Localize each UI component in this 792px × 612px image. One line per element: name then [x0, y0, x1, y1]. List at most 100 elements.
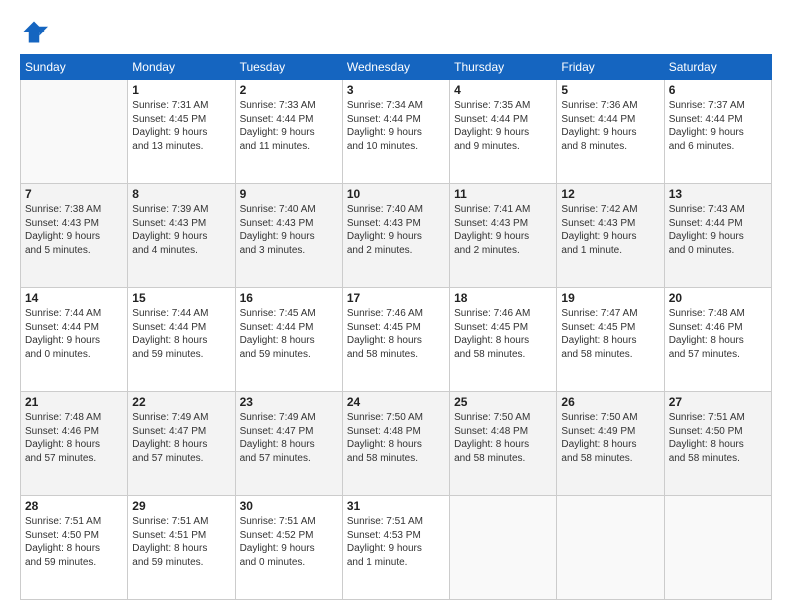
calendar-cell: 17 Sunrise: 7:46 AM Sunset: 4:45 PM Dayli…	[342, 288, 449, 392]
day-number: 1	[132, 83, 230, 97]
calendar-header-thursday: Thursday	[450, 55, 557, 80]
calendar-header-row: SundayMondayTuesdayWednesdayThursdayFrid…	[21, 55, 772, 80]
calendar-cell: 19 Sunrise: 7:47 AM Sunset: 4:45 PM Dayli…	[557, 288, 664, 392]
calendar-week-row: 28Sunrise: 7:51 AM Sunset: 4:50 PM Dayli…	[21, 496, 772, 600]
day-info: Sunrise: 7:48 AM Sunset: 4:46 PM Dayligh…	[669, 307, 767, 361]
day-info: Sunrise: 7:51 AM Sunset: 4:50 PM Dayligh…	[669, 411, 767, 465]
day-info: Sunrise: 7:50 AM Sunset: 4:49 PM Dayligh…	[561, 411, 659, 465]
calendar-cell: 2 Sunrise: 7:33 AM Sunset: 4:44 PM Daylig…	[235, 80, 342, 184]
day-number: 7	[25, 187, 123, 201]
day-info: Sunrise: 7:51 AM Sunset: 4:52 PM Dayligh…	[240, 515, 338, 569]
day-info: Sunrise: 7:47 AM Sunset: 4:45 PM Dayligh…	[561, 307, 659, 361]
calendar-cell: 29 Sunrise: 7:51 AM Sunset: 4:51 PM Dayli…	[128, 496, 235, 600]
day-info: Sunrise: 7:40 AM Sunset: 4:43 PM Dayligh…	[240, 203, 338, 257]
logo-icon	[20, 18, 48, 46]
calendar-cell: 22 Sunrise: 7:49 AM Sunset: 4:47 PM Dayli…	[128, 392, 235, 496]
calendar-header-friday: Friday	[557, 55, 664, 80]
day-info: Sunrise: 7:49 AM Sunset: 4:47 PM Dayligh…	[132, 411, 230, 465]
day-number: 17	[347, 291, 445, 305]
day-info: Sunrise: 7:50 AM Sunset: 4:48 PM Dayligh…	[347, 411, 445, 465]
calendar-cell	[557, 496, 664, 600]
day-info: Sunrise: 7:46 AM Sunset: 4:45 PM Dayligh…	[347, 307, 445, 361]
day-info: Sunrise: 7:44 AM Sunset: 4:44 PM Dayligh…	[132, 307, 230, 361]
calendar-cell: 3 Sunrise: 7:34 AM Sunset: 4:44 PM Daylig…	[342, 80, 449, 184]
day-number: 4	[454, 83, 552, 97]
calendar-header-wednesday: Wednesday	[342, 55, 449, 80]
day-number: 3	[347, 83, 445, 97]
day-number: 15	[132, 291, 230, 305]
calendar-header-monday: Monday	[128, 55, 235, 80]
calendar-cell: 1 Sunrise: 7:31 AM Sunset: 4:45 PM Daylig…	[128, 80, 235, 184]
calendar-cell: 6 Sunrise: 7:37 AM Sunset: 4:44 PM Daylig…	[664, 80, 771, 184]
calendar-cell: 28Sunrise: 7:51 AM Sunset: 4:50 PM Dayli…	[21, 496, 128, 600]
calendar-cell: 5 Sunrise: 7:36 AM Sunset: 4:44 PM Daylig…	[557, 80, 664, 184]
day-number: 31	[347, 499, 445, 513]
day-info: Sunrise: 7:44 AM Sunset: 4:44 PM Dayligh…	[25, 307, 123, 361]
day-number: 16	[240, 291, 338, 305]
calendar-header-saturday: Saturday	[664, 55, 771, 80]
day-number: 25	[454, 395, 552, 409]
day-number: 6	[669, 83, 767, 97]
calendar-cell: 27Sunrise: 7:51 AM Sunset: 4:50 PM Dayli…	[664, 392, 771, 496]
day-number: 29	[132, 499, 230, 513]
day-info: Sunrise: 7:35 AM Sunset: 4:44 PM Dayligh…	[454, 99, 552, 153]
day-info: Sunrise: 7:33 AM Sunset: 4:44 PM Dayligh…	[240, 99, 338, 153]
day-number: 2	[240, 83, 338, 97]
calendar-cell: 24 Sunrise: 7:50 AM Sunset: 4:48 PM Dayli…	[342, 392, 449, 496]
day-info: Sunrise: 7:45 AM Sunset: 4:44 PM Dayligh…	[240, 307, 338, 361]
calendar-week-row: 21Sunrise: 7:48 AM Sunset: 4:46 PM Dayli…	[21, 392, 772, 496]
day-number: 18	[454, 291, 552, 305]
day-info: Sunrise: 7:51 AM Sunset: 4:50 PM Dayligh…	[25, 515, 123, 569]
calendar-cell: 12Sunrise: 7:42 AM Sunset: 4:43 PM Dayli…	[557, 184, 664, 288]
calendar-cell: 11 Sunrise: 7:41 AM Sunset: 4:43 PM Dayli…	[450, 184, 557, 288]
day-number: 30	[240, 499, 338, 513]
day-number: 26	[561, 395, 659, 409]
day-info: Sunrise: 7:49 AM Sunset: 4:47 PM Dayligh…	[240, 411, 338, 465]
header	[20, 18, 772, 46]
calendar-cell	[450, 496, 557, 600]
day-info: Sunrise: 7:36 AM Sunset: 4:44 PM Dayligh…	[561, 99, 659, 153]
page: SundayMondayTuesdayWednesdayThursdayFrid…	[0, 0, 792, 612]
logo	[20, 18, 52, 46]
calendar-cell: 23 Sunrise: 7:49 AM Sunset: 4:47 PM Dayli…	[235, 392, 342, 496]
calendar-week-row: 1 Sunrise: 7:31 AM Sunset: 4:45 PM Daylig…	[21, 80, 772, 184]
day-info: Sunrise: 7:51 AM Sunset: 4:53 PM Dayligh…	[347, 515, 445, 569]
day-info: Sunrise: 7:34 AM Sunset: 4:44 PM Dayligh…	[347, 99, 445, 153]
calendar-cell	[21, 80, 128, 184]
day-info: Sunrise: 7:38 AM Sunset: 4:43 PM Dayligh…	[25, 203, 123, 257]
day-number: 20	[669, 291, 767, 305]
calendar-cell: 7 Sunrise: 7:38 AM Sunset: 4:43 PM Daylig…	[21, 184, 128, 288]
day-info: Sunrise: 7:31 AM Sunset: 4:45 PM Dayligh…	[132, 99, 230, 153]
day-number: 11	[454, 187, 552, 201]
calendar-cell: 31 Sunrise: 7:51 AM Sunset: 4:53 PM Dayli…	[342, 496, 449, 600]
day-number: 10	[347, 187, 445, 201]
calendar-cell: 9 Sunrise: 7:40 AM Sunset: 4:43 PM Daylig…	[235, 184, 342, 288]
calendar-cell: 26 Sunrise: 7:50 AM Sunset: 4:49 PM Dayli…	[557, 392, 664, 496]
day-number: 12	[561, 187, 659, 201]
calendar-header-sunday: Sunday	[21, 55, 128, 80]
day-info: Sunrise: 7:37 AM Sunset: 4:44 PM Dayligh…	[669, 99, 767, 153]
day-info: Sunrise: 7:46 AM Sunset: 4:45 PM Dayligh…	[454, 307, 552, 361]
calendar-cell: 20 Sunrise: 7:48 AM Sunset: 4:46 PM Dayli…	[664, 288, 771, 392]
day-info: Sunrise: 7:40 AM Sunset: 4:43 PM Dayligh…	[347, 203, 445, 257]
calendar-cell: 4 Sunrise: 7:35 AM Sunset: 4:44 PM Daylig…	[450, 80, 557, 184]
calendar-table: SundayMondayTuesdayWednesdayThursdayFrid…	[20, 54, 772, 600]
day-number: 19	[561, 291, 659, 305]
calendar-week-row: 14Sunrise: 7:44 AM Sunset: 4:44 PM Dayli…	[21, 288, 772, 392]
calendar-cell: 30 Sunrise: 7:51 AM Sunset: 4:52 PM Dayli…	[235, 496, 342, 600]
day-number: 9	[240, 187, 338, 201]
day-number: 8	[132, 187, 230, 201]
day-number: 22	[132, 395, 230, 409]
day-info: Sunrise: 7:51 AM Sunset: 4:51 PM Dayligh…	[132, 515, 230, 569]
calendar-cell: 21Sunrise: 7:48 AM Sunset: 4:46 PM Dayli…	[21, 392, 128, 496]
day-info: Sunrise: 7:43 AM Sunset: 4:44 PM Dayligh…	[669, 203, 767, 257]
day-number: 24	[347, 395, 445, 409]
day-number: 23	[240, 395, 338, 409]
calendar-week-row: 7 Sunrise: 7:38 AM Sunset: 4:43 PM Daylig…	[21, 184, 772, 288]
calendar-cell: 8Sunrise: 7:39 AM Sunset: 4:43 PM Daylig…	[128, 184, 235, 288]
calendar-cell: 18 Sunrise: 7:46 AM Sunset: 4:45 PM Dayli…	[450, 288, 557, 392]
day-info: Sunrise: 7:41 AM Sunset: 4:43 PM Dayligh…	[454, 203, 552, 257]
calendar-cell: 13Sunrise: 7:43 AM Sunset: 4:44 PM Dayli…	[664, 184, 771, 288]
day-info: Sunrise: 7:48 AM Sunset: 4:46 PM Dayligh…	[25, 411, 123, 465]
day-number: 5	[561, 83, 659, 97]
